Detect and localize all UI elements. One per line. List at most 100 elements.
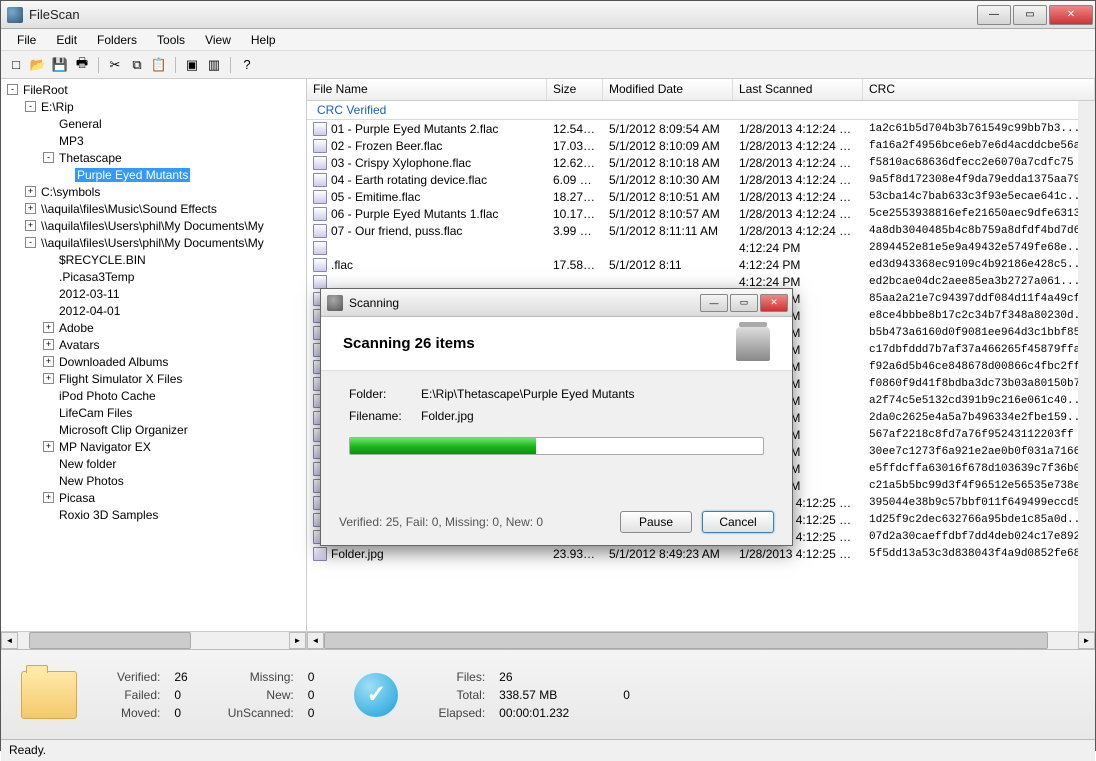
cell-size: 6.09 MB (547, 173, 603, 187)
table-row[interactable]: 01 - Purple Eyed Mutants 2.flac12.54 MB5… (307, 120, 1095, 137)
maximize-button[interactable]: ▭ (1013, 5, 1047, 25)
menu-tools[interactable]: Tools (147, 31, 195, 49)
tree-item[interactable]: -\\aquila\files\Users\phil\My Documents\… (1, 234, 306, 251)
menu-help[interactable]: Help (241, 31, 286, 49)
tree-item[interactable]: +Picasa (1, 489, 306, 506)
table-row[interactable]: 03 - Crispy Xylophone.flac12.62 MB5/1/20… (307, 154, 1095, 171)
tree-item[interactable]: General (1, 115, 306, 132)
table-row[interactable]: 05 - Emitime.flac18.27 MB5/1/2012 8:10:5… (307, 188, 1095, 205)
menu-file[interactable]: File (7, 31, 46, 49)
minimize-button[interactable]: — (977, 5, 1011, 25)
dialog-headline: Scanning 26 items (343, 335, 736, 352)
tree-expander-icon[interactable]: + (43, 441, 54, 452)
tree-item[interactable]: 2012-04-01 (1, 302, 306, 319)
tree-item[interactable]: +Adobe (1, 319, 306, 336)
tree-expander-icon[interactable]: - (43, 152, 54, 163)
cell-crc: f5810ac68636dfecc2e6070a7cdfc75 (863, 157, 1095, 169)
tree-item[interactable]: +C:\symbols (1, 183, 306, 200)
tree-item[interactable]: 2012-03-11 (1, 285, 306, 302)
table-row[interactable]: 07 - Our friend, puss.flac3.99 MB5/1/201… (307, 222, 1095, 239)
box2-icon[interactable]: ▥ (205, 56, 223, 74)
tree-item[interactable]: Purple Eyed Mutants (1, 166, 306, 183)
tree-item[interactable]: iPod Photo Cache (1, 387, 306, 404)
tree-expander-icon[interactable]: + (43, 356, 54, 367)
tree-expander-icon[interactable]: - (7, 84, 18, 95)
hscroll-right-arrow[interactable]: ◄ (307, 632, 324, 649)
tree-item[interactable]: +\\aquila\files\Users\phil\My Documents\… (1, 217, 306, 234)
pause-button[interactable]: Pause (620, 511, 692, 533)
dialog-maximize-button[interactable]: ▭ (730, 294, 758, 312)
tree-expander-icon[interactable]: + (43, 373, 54, 384)
save-icon[interactable]: 💾 (51, 56, 69, 74)
vertical-scrollbar[interactable] (1078, 101, 1095, 631)
hscroll-left-track[interactable] (18, 632, 289, 649)
tree-expander-icon[interactable]: + (25, 186, 36, 197)
tree-expander-icon[interactable]: + (43, 322, 54, 333)
tree-item[interactable]: New Photos (1, 472, 306, 489)
menu-edit[interactable]: Edit (46, 31, 87, 49)
hscroll-right-thumb[interactable] (324, 632, 1048, 649)
cell-last: 1/28/2013 4:12:24 PM (733, 207, 863, 221)
table-row[interactable]: .flac17.58 MB5/1/2012 8:114:12:24 PMed3d… (307, 256, 1095, 273)
box1-icon[interactable]: ▣ (183, 56, 201, 74)
tree-item[interactable]: +Avatars (1, 336, 306, 353)
tree-item[interactable]: .Picasa3Temp (1, 268, 306, 285)
progress-bar (349, 437, 764, 455)
tree-item[interactable]: +Downloaded Albums (1, 353, 306, 370)
cut-icon[interactable]: ✂ (106, 56, 124, 74)
dialog-close-button[interactable]: ✕ (760, 294, 788, 312)
copy-icon[interactable]: ⧉ (128, 56, 146, 74)
tree-expander-icon[interactable]: + (43, 339, 54, 350)
tree-item-label: MP3 (57, 134, 86, 148)
menu-folders[interactable]: Folders (87, 31, 147, 49)
tree-item[interactable]: $RECYCLE.BIN (1, 251, 306, 268)
dialog-minimize-button[interactable]: — (700, 294, 728, 312)
hscroll-right-track[interactable] (324, 632, 1078, 649)
print-icon[interactable]: 🖶 (73, 56, 91, 74)
dialog-folder-label: Folder: (349, 387, 421, 401)
table-row[interactable]: 02 - Frozen Beer.flac17.03 MB5/1/2012 8:… (307, 137, 1095, 154)
col-size[interactable]: Size (547, 79, 603, 100)
tree-item[interactable]: +Flight Simulator X Files (1, 370, 306, 387)
tree-item-label: \\aquila\files\Music\Sound Effects (39, 202, 219, 216)
tree-expander-icon[interactable]: - (25, 101, 36, 112)
tree-item[interactable]: +MP Navigator EX (1, 438, 306, 455)
tree-item-label: $RECYCLE.BIN (57, 253, 148, 267)
cell-mod: 5/1/2012 8:10:51 AM (603, 190, 733, 204)
tree-item[interactable]: +\\aquila\files\Music\Sound Effects (1, 200, 306, 217)
tree-expander-icon[interactable]: + (25, 220, 36, 231)
table-row[interactable]: 06 - Purple Eyed Mutants 1.flac10.17 MB5… (307, 205, 1095, 222)
menu-view[interactable]: View (195, 31, 241, 49)
tree-expander-icon[interactable]: + (43, 492, 54, 503)
tree-item[interactable]: MP3 (1, 132, 306, 149)
table-row[interactable]: 4:12:24 PM2894452e81e5e9a49432e5749fe68e… (307, 239, 1095, 256)
tree-item[interactable]: -Thetascape (1, 149, 306, 166)
folder-tree[interactable]: -FileRoot-E:\RipGeneral MP3-ThetascapePur… (1, 79, 307, 631)
tree-item[interactable]: Roxio 3D Samples (1, 506, 306, 523)
help-icon[interactable]: ? (238, 56, 256, 74)
tree-item[interactable]: -FileRoot (1, 81, 306, 98)
table-row[interactable]: 04 - Earth rotating device.flac6.09 MB5/… (307, 171, 1095, 188)
close-button[interactable]: ✕ (1049, 5, 1093, 25)
tree-item[interactable]: New folder (1, 455, 306, 472)
tree-expander-icon[interactable]: - (25, 237, 36, 248)
tree-expander-icon[interactable]: + (25, 203, 36, 214)
hscroll-right-arrow-r[interactable]: ► (1078, 632, 1095, 649)
check-ok-icon: ✓ (354, 673, 398, 717)
hscroll-left-arrow-r[interactable]: ► (289, 632, 306, 649)
tree-item[interactable]: LifeCam Files (1, 404, 306, 421)
col-crc[interactable]: CRC (863, 79, 1095, 100)
menubar: FileEditFoldersToolsViewHelp (1, 29, 1095, 51)
col-filename[interactable]: File Name (307, 79, 547, 100)
hscroll-left-thumb[interactable] (29, 632, 192, 649)
col-modified[interactable]: Modified Date (603, 79, 733, 100)
hscroll-left-arrow[interactable]: ◄ (1, 632, 18, 649)
open-icon[interactable]: 📂 (29, 56, 47, 74)
tree-item[interactable]: Microsoft Clip Organizer (1, 421, 306, 438)
new-icon[interactable]: □ (7, 56, 25, 74)
cancel-button[interactable]: Cancel (702, 511, 774, 533)
col-lastscanned[interactable]: Last Scanned (733, 79, 863, 100)
tree-item[interactable]: -E:\Rip (1, 98, 306, 115)
table-row[interactable]: Folder.jpg23.93 KB5/1/2012 8:49:23 AM1/2… (307, 545, 1095, 562)
paste-icon[interactable]: 📋 (150, 56, 168, 74)
